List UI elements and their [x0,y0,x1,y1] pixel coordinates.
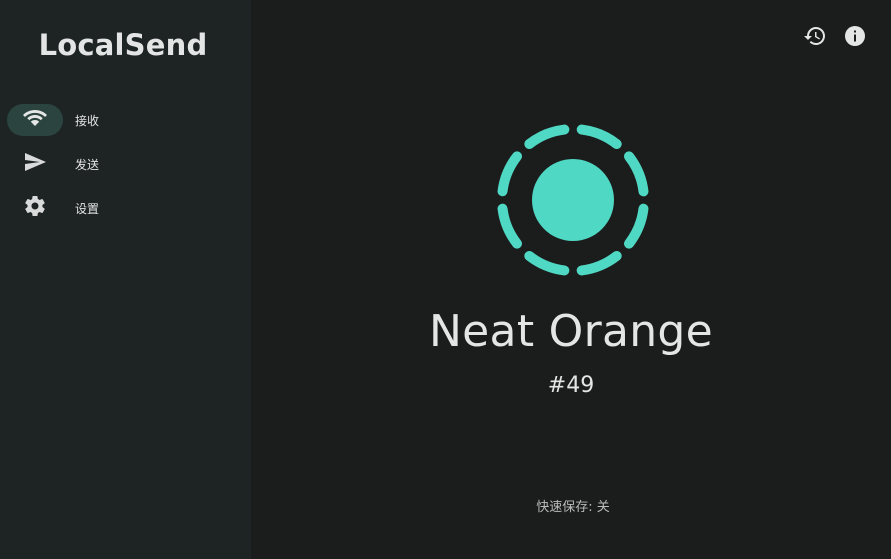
device-name: Neat Orange [428,306,714,357]
gear-icon [23,194,47,222]
history-icon[interactable] [803,24,827,48]
nav-pill [7,104,63,136]
sidebar-item-send[interactable]: 发送 [7,148,243,180]
sidebar-item-label: 设置 [75,201,100,216]
quick-save-status[interactable]: 快速保存: 关 [251,496,891,515]
sidebar-item-label: 接收 [75,113,100,128]
nav-pill [7,192,63,224]
sidebar-item-label: 发送 [75,157,100,172]
nav-pill [7,148,63,180]
app-window: LocalSend 接收 发送 设置 Neat Orange #49 快速保存:… [0,0,891,559]
app-title: LocalSend [38,28,208,62]
localsend-logo [496,123,650,277]
wifi-icon [23,106,47,134]
sidebar-item-receive[interactable]: 接收 [7,104,243,136]
send-icon [23,150,47,178]
info-icon[interactable] [843,24,867,48]
device-id: #49 [547,373,595,398]
main-panel: Neat Orange #49 快速保存: 关 [251,0,891,559]
sidebar-item-settings[interactable]: 设置 [7,192,243,224]
sidebar: LocalSend 接收 发送 设置 [0,0,251,559]
